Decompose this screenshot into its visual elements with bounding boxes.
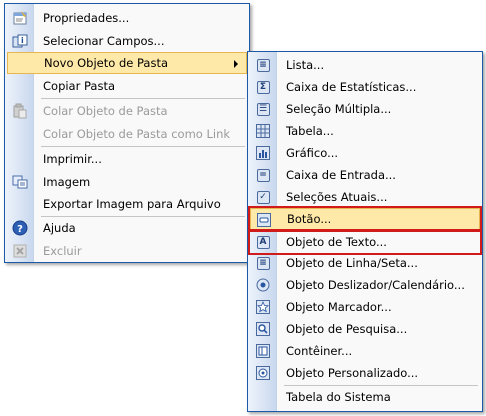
submenu-item-statistics-box[interactable]: Σ Caixa de Estatísticas... xyxy=(250,76,480,98)
multi-select-icon: ☰ xyxy=(255,101,271,117)
button-icon xyxy=(256,212,272,228)
context-menu: Propriedades... i Selecionar Campos... N… xyxy=(4,3,250,263)
submenu-item-input-box[interactable]: = Caixa de Entrada... xyxy=(250,164,480,186)
menu-item-copy-sheet[interactable]: Copiar Pasta xyxy=(7,75,247,97)
submenu-item-bookmark[interactable]: Objeto Marcador... xyxy=(250,296,480,318)
svg-text:?: ? xyxy=(17,224,23,235)
statistics-icon: Σ xyxy=(255,79,271,95)
menu-item-new-sheet-object[interactable]: Novo Objeto de Pasta xyxy=(7,52,247,74)
menu-item-paste-sheet-object[interactable]: Colar Objeto de Pasta xyxy=(7,100,247,122)
table-icon xyxy=(255,123,271,139)
input-box-icon: = xyxy=(255,167,271,183)
menu-item-help[interactable]: ? Ajuda xyxy=(7,217,247,239)
menu-separator xyxy=(41,146,245,147)
submenu-item-multi-select[interactable]: ☰ Seleção Múltipla... xyxy=(250,98,480,120)
submenu-item-slider-calendar[interactable]: Objeto Deslizador/Calendário... xyxy=(250,274,480,296)
submenu-item-search-object[interactable]: Objeto de Pesquisa... xyxy=(250,318,480,340)
image-icon xyxy=(12,174,28,190)
help-icon: ? xyxy=(12,220,28,236)
svg-text:i: i xyxy=(21,36,24,45)
menu-item-select-fields[interactable]: i Selecionar Campos... xyxy=(7,30,247,52)
chart-icon xyxy=(255,145,271,161)
submenu-item-system-table[interactable]: Tabela do Sistema xyxy=(250,386,480,408)
menu-item-paste-as-link[interactable]: Colar Objeto de Pasta como Link xyxy=(7,123,247,145)
menu-item-properties[interactable]: Propriedades... xyxy=(7,7,247,29)
submenu-item-chart[interactable]: Gráfico... xyxy=(250,142,480,164)
submenu-arrow-icon xyxy=(234,60,238,68)
menu-separator xyxy=(41,98,245,99)
menu-item-export-image[interactable]: Exportar Imagem para Arquivo xyxy=(7,193,247,215)
submenu-item-container[interactable]: Contêiner... xyxy=(250,340,480,362)
line-arrow-icon: ≡ xyxy=(255,255,271,271)
menu-item-print[interactable]: Imprimir... xyxy=(7,148,247,170)
menu-item-delete[interactable]: Excluir xyxy=(7,240,247,262)
custom-object-icon xyxy=(255,365,271,381)
submenu-item-line-arrow[interactable]: ≡ Objeto de Linha/Seta... xyxy=(250,252,480,274)
properties-icon xyxy=(12,10,28,26)
paste-icon xyxy=(12,103,28,119)
submenu-item-button[interactable]: Botão... xyxy=(248,206,482,232)
current-selections-icon: ✓ xyxy=(255,189,271,205)
submenu-item-list[interactable]: ≡ Lista... xyxy=(250,54,480,76)
list-icon: ≡ xyxy=(255,57,271,73)
submenu-item-custom-object[interactable]: Objeto Personalizado... xyxy=(250,362,480,384)
submenu-item-text-object[interactable]: A Objeto de Texto... xyxy=(248,229,482,255)
container-icon xyxy=(255,343,271,359)
delete-icon xyxy=(12,243,28,259)
new-sheet-object-submenu: ≡ Lista... Σ Caixa de Estatísticas... ☰ … xyxy=(247,51,483,412)
submenu-item-table[interactable]: Tabela... xyxy=(250,120,480,142)
text-object-icon: A xyxy=(255,234,271,250)
slider-icon xyxy=(255,277,271,293)
select-fields-icon: i xyxy=(12,33,28,49)
submenu-item-current-selections[interactable]: ✓ Seleções Atuais... xyxy=(250,186,480,208)
bookmark-icon xyxy=(255,299,271,315)
search-icon xyxy=(255,321,271,337)
menu-item-image[interactable]: Imagem xyxy=(7,171,247,193)
